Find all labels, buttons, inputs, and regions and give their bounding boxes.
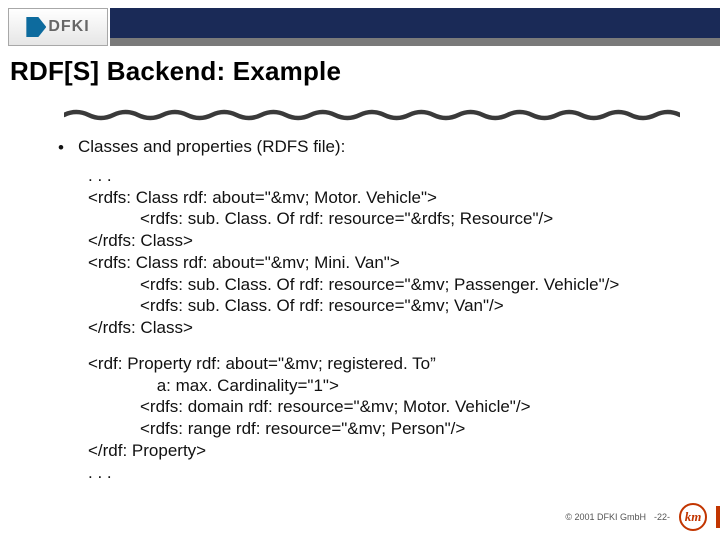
header-bar (0, 0, 720, 48)
dfki-logo-text: DFKI (48, 18, 89, 36)
slide-title: RDF[S] Backend: Example (10, 56, 341, 87)
footer: © 2001 DFKI GmbH -22- km (565, 502, 708, 532)
code-line: <rdfs: sub. Class. Of rdf: resource="&mv… (88, 295, 680, 317)
code-block-1: . . . <rdfs: Class rdf: about="&mv; Moto… (88, 165, 680, 484)
header-navy-band (110, 8, 720, 38)
content-area: • Classes and properties (RDFS file): . … (58, 136, 680, 483)
dfki-logo-shape (26, 17, 46, 37)
header-grey-band (110, 38, 720, 46)
code-line: </rdfs: Class> (88, 318, 193, 337)
slide-root: DFKI RDF[S] Backend: Example • Classes a… (0, 0, 720, 540)
km-badge-circle: km (679, 503, 707, 531)
page-number: -22- (654, 512, 670, 522)
bullet-row: • Classes and properties (RDFS file): (58, 136, 680, 159)
bullet-lead-text: Classes and properties (RDFS file): (78, 136, 345, 159)
code-line: <rdfs: range rdf: resource="&mv; Person"… (88, 418, 680, 440)
dfki-logo: DFKI (8, 8, 108, 46)
code-line: </rdf: Property> (88, 441, 206, 460)
code-line: . . . (88, 166, 112, 185)
orange-edge-accent (716, 506, 720, 528)
bullet-icon: • (58, 137, 64, 159)
code-line: <rdfs: domain rdf: resource="&mv; Motor.… (88, 396, 680, 418)
code-line: <rdfs: Class rdf: about="&mv; Mini. Van"… (88, 253, 400, 272)
code-line: <rdfs: Class rdf: about="&mv; Motor. Veh… (88, 188, 437, 207)
code-line: a: max. Cardinality="1"> (88, 375, 680, 397)
code-line: <rdfs: sub. Class. Of rdf: resource="&mv… (88, 274, 680, 296)
decorative-divider (64, 108, 680, 120)
code-line: <rdfs: sub. Class. Of rdf: resource="&rd… (88, 208, 680, 230)
copyright-text: © 2001 DFKI GmbH (565, 512, 646, 522)
code-line: <rdf: Property rdf: about="&mv; register… (88, 354, 436, 373)
code-line: . . . (88, 463, 112, 482)
code-line: </rdfs: Class> (88, 231, 193, 250)
km-badge: km (678, 502, 708, 532)
